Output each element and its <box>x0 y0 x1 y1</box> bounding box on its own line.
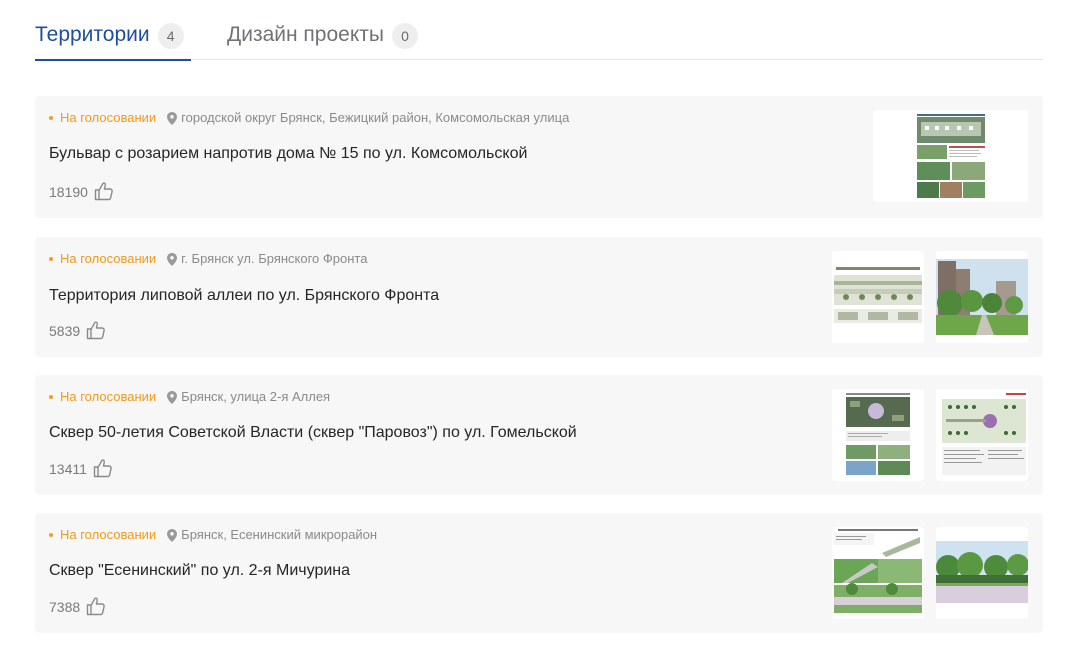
alley-render-image <box>936 251 1028 343</box>
status-label: На голосовании <box>60 527 157 542</box>
map-pin-icon <box>167 528 178 542</box>
project-meta: На голосовании городской округ Брянск, Б… <box>49 110 569 126</box>
map-pin-icon <box>167 252 178 266</box>
like-counter[interactable]: 5839 <box>49 321 106 340</box>
thumbs-up-icon[interactable] <box>94 182 114 201</box>
project-image[interactable] <box>832 389 924 481</box>
like-count: 13411 <box>49 460 87 477</box>
like-counter[interactable]: 18190 <box>49 182 114 201</box>
status-dot <box>49 257 53 261</box>
thumbs-up-icon[interactable] <box>86 597 106 616</box>
tab-design-projects[interactable]: Дизайн проекты 0 <box>227 20 418 60</box>
map-pin-icon <box>167 111 178 125</box>
status-dot <box>49 533 53 537</box>
project-meta: На голосовании Брянск, Есенинский микрор… <box>49 527 377 543</box>
project-image[interactable] <box>936 251 1028 343</box>
tab-territories-label: Территории <box>35 23 150 46</box>
thumbs-up-icon[interactable] <box>93 459 113 478</box>
project-image[interactable] <box>936 389 1028 481</box>
project-card[interactable]: На голосовании Брянск, улица 2-я Аллея С… <box>35 375 1043 495</box>
project-image[interactable] <box>873 110 1028 202</box>
status-label: На голосовании <box>60 110 157 125</box>
status-label: На голосовании <box>60 251 157 266</box>
project-title[interactable]: Сквер "Есенинский" по ул. 2-я Мичурина <box>49 561 350 581</box>
tab-territories-count: 4 <box>157 23 184 49</box>
project-address: Брянск, Есенинский микрорайон <box>181 527 378 542</box>
like-counter[interactable]: 7388 <box>49 597 106 616</box>
like-count: 7388 <box>49 598 81 615</box>
project-card[interactable]: На голосовании городской округ Брянск, Б… <box>35 96 1043 218</box>
like-count: 18190 <box>49 183 88 200</box>
project-card[interactable]: На голосовании Брянск, Есенинский микрор… <box>35 513 1043 633</box>
project-title[interactable]: Территория липовой аллеи по ул. Брянског… <box>49 286 439 306</box>
project-card[interactable]: На голосовании г. Брянск ул. Брянского Ф… <box>35 237 1043 357</box>
project-title[interactable]: Бульвар с розарием напротив дома № 15 по… <box>49 144 527 164</box>
tab-design-projects-count: 0 <box>391 23 418 49</box>
like-count: 5839 <box>49 322 81 339</box>
project-image[interactable] <box>832 527 924 619</box>
project-address: Брянск, улица 2-я Аллея <box>181 389 331 404</box>
square-design-board-image <box>832 527 924 619</box>
thumbs-up-icon[interactable] <box>86 321 106 340</box>
map-pin-icon <box>167 390 178 404</box>
project-title[interactable]: Сквер 50-летия Советской Власти (сквер "… <box>49 423 577 443</box>
tab-territories[interactable]: Территории 4 <box>35 20 191 61</box>
status-dot <box>49 395 53 399</box>
plan-drawing-image <box>832 251 924 343</box>
status-dot <box>49 116 53 120</box>
master-plan-image <box>936 389 1028 481</box>
project-image[interactable] <box>832 251 924 343</box>
like-counter[interactable]: 13411 <box>49 459 113 478</box>
square-plan-image <box>832 389 924 481</box>
tab-design-projects-label: Дизайн проекты <box>227 23 384 46</box>
square-render-image <box>936 527 1028 619</box>
project-meta: На голосовании г. Брянск ул. Брянского Ф… <box>49 251 367 267</box>
design-board-image <box>873 110 1028 202</box>
project-image[interactable] <box>936 527 1028 619</box>
project-address: городской округ Брянск, Бежицкий район, … <box>181 110 570 125</box>
project-address: г. Брянск ул. Брянского Фронта <box>181 251 368 266</box>
status-label: На голосовании <box>60 389 157 404</box>
tabs-bar: Территории 4 Дизайн проекты 0 <box>35 20 1043 61</box>
project-meta: На голосовании Брянск, улица 2-я Аллея <box>49 389 330 405</box>
